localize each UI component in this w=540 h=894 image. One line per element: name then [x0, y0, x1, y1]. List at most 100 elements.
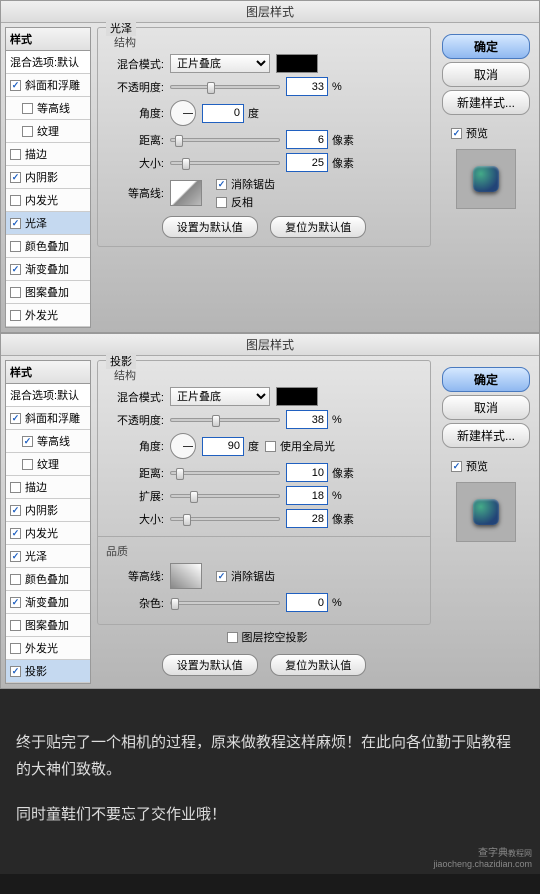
layer-style-dialog-1: 图层样式 样式 混合选项:默认 斜面和浮雕等高线纹理描边内阴影内发光光泽颜色叠加…: [0, 0, 540, 333]
sidebar-item[interactable]: 纹理: [6, 120, 90, 143]
color-swatch[interactable]: [276, 54, 318, 73]
contour-row: 等高线: 消除锯齿 反相: [106, 176, 422, 210]
color-swatch[interactable]: [276, 387, 318, 406]
checkbox-icon: [10, 505, 21, 516]
spread-input[interactable]: [286, 486, 328, 505]
set-default-button[interactable]: 设置为默认值: [162, 654, 258, 676]
contour-picker[interactable]: [170, 180, 202, 206]
distance-input[interactable]: [286, 463, 328, 482]
structure-label: 结构: [114, 367, 422, 383]
distance-slider[interactable]: [170, 471, 280, 475]
preview-checkbox[interactable]: 预览: [451, 125, 488, 141]
global-light-checkbox[interactable]: 使用全局光: [265, 438, 335, 454]
sidebar-item[interactable]: 颜色叠加: [6, 568, 90, 591]
sidebar-item[interactable]: 渐变叠加: [6, 591, 90, 614]
distance-slider[interactable]: [170, 138, 280, 142]
percent-unit: %: [332, 414, 342, 426]
size-slider[interactable]: [170, 161, 280, 165]
cancel-button[interactable]: 取消: [442, 62, 530, 87]
noise-input[interactable]: [286, 593, 328, 612]
sidebar-item[interactable]: 纹理: [6, 453, 90, 476]
noise-slider[interactable]: [170, 601, 280, 605]
style-sidebar: 样式 混合选项:默认 斜面和浮雕等高线纹理描边内阴影内发光光泽颜色叠加渐变叠加图…: [5, 360, 91, 684]
spread-slider[interactable]: [170, 494, 280, 498]
cancel-button[interactable]: 取消: [442, 395, 530, 420]
ok-button[interactable]: 确定: [442, 34, 530, 59]
sidebar-item[interactable]: 内发光: [6, 189, 90, 212]
sidebar-item-label: 图案叠加: [25, 284, 69, 300]
angle-input[interactable]: [202, 104, 244, 123]
sidebar-item[interactable]: 斜面和浮雕: [6, 407, 90, 430]
preview-checkbox[interactable]: 预览: [451, 458, 488, 474]
blend-options[interactable]: 混合选项:默认: [6, 384, 90, 407]
checkbox-icon: [10, 172, 21, 183]
sidebar-item[interactable]: 描边: [6, 476, 90, 499]
px-unit: 像素: [332, 155, 354, 171]
sidebar-item[interactable]: 斜面和浮雕: [6, 74, 90, 97]
sidebar-item[interactable]: 颜色叠加: [6, 235, 90, 258]
noise-label: 杂色:: [106, 595, 164, 611]
sidebar-item[interactable]: 内发光: [6, 522, 90, 545]
structure-label: 结构: [114, 34, 422, 50]
angle-input[interactable]: [202, 437, 244, 456]
degree-unit: 度: [248, 105, 259, 121]
size-input[interactable]: [286, 153, 328, 172]
new-style-button[interactable]: 新建样式...: [442, 423, 530, 448]
sidebar-item[interactable]: 等高线: [6, 430, 90, 453]
size-slider[interactable]: [170, 517, 280, 521]
opacity-slider[interactable]: [170, 418, 280, 422]
sidebar-item[interactable]: 外发光: [6, 304, 90, 327]
blend-mode-row: 混合模式: 正片叠底: [106, 387, 422, 406]
invert-checkbox[interactable]: 反相: [216, 194, 275, 210]
angle-label: 角度:: [106, 105, 164, 121]
size-input[interactable]: [286, 509, 328, 528]
reset-default-button[interactable]: 复位为默认值: [270, 654, 366, 676]
antialias-checkbox[interactable]: 消除锯齿: [216, 568, 275, 584]
checkbox-icon: [216, 571, 227, 582]
sidebar-item[interactable]: 光泽: [6, 212, 90, 235]
size-label: 大小:: [106, 511, 164, 527]
set-default-button[interactable]: 设置为默认值: [162, 216, 258, 238]
distance-label: 距离:: [106, 132, 164, 148]
preview-box: [456, 149, 516, 209]
contour-label: 等高线:: [106, 568, 164, 584]
sidebar-item[interactable]: 内阴影: [6, 166, 90, 189]
reset-default-button[interactable]: 复位为默认值: [270, 216, 366, 238]
sidebar-item-label: 外发光: [25, 640, 58, 656]
sidebar-item[interactable]: 图案叠加: [6, 281, 90, 304]
sidebar-item[interactable]: 描边: [6, 143, 90, 166]
group-title: 投影: [106, 353, 136, 369]
size-label: 大小:: [106, 155, 164, 171]
opacity-slider[interactable]: [170, 85, 280, 89]
sidebar-item[interactable]: 投影: [6, 660, 90, 683]
distance-input[interactable]: [286, 130, 328, 149]
knockout-checkbox[interactable]: 图层挖空投影: [227, 629, 308, 645]
shadow-group: 投影 结构 混合模式: 正片叠底 不透明度: % 角度: 度: [97, 360, 431, 625]
px-unit: 像素: [332, 132, 354, 148]
dialog-content: 样式 混合选项:默认 斜面和浮雕等高线纹理描边内阴影内发光光泽颜色叠加渐变叠加图…: [1, 23, 539, 332]
angle-dial[interactable]: [170, 100, 196, 126]
sidebar-item-label: 颜色叠加: [25, 571, 69, 587]
opacity-input[interactable]: [286, 77, 328, 96]
angle-row: 角度: 度 使用全局光: [106, 433, 422, 459]
checkbox-icon: [10, 597, 21, 608]
sidebar-item-label: 斜面和浮雕: [25, 77, 80, 93]
angle-dial[interactable]: [170, 433, 196, 459]
sidebar-item[interactable]: 等高线: [6, 97, 90, 120]
blend-mode-select[interactable]: 正片叠底: [170, 387, 270, 406]
ok-button[interactable]: 确定: [442, 367, 530, 392]
sidebar-item[interactable]: 内阴影: [6, 499, 90, 522]
distance-label: 距离:: [106, 465, 164, 481]
blend-mode-select[interactable]: 正片叠底: [170, 54, 270, 73]
sidebar-item[interactable]: 光泽: [6, 545, 90, 568]
opacity-input[interactable]: [286, 410, 328, 429]
sidebar-item[interactable]: 图案叠加: [6, 614, 90, 637]
contour-picker[interactable]: [170, 563, 202, 589]
blend-options[interactable]: 混合选项:默认: [6, 51, 90, 74]
checkbox-icon: [227, 632, 238, 643]
antialias-checkbox[interactable]: 消除锯齿: [216, 176, 275, 192]
new-style-button[interactable]: 新建样式...: [442, 90, 530, 115]
sidebar-item[interactable]: 外发光: [6, 637, 90, 660]
percent-unit: %: [332, 597, 342, 609]
sidebar-item[interactable]: 渐变叠加: [6, 258, 90, 281]
